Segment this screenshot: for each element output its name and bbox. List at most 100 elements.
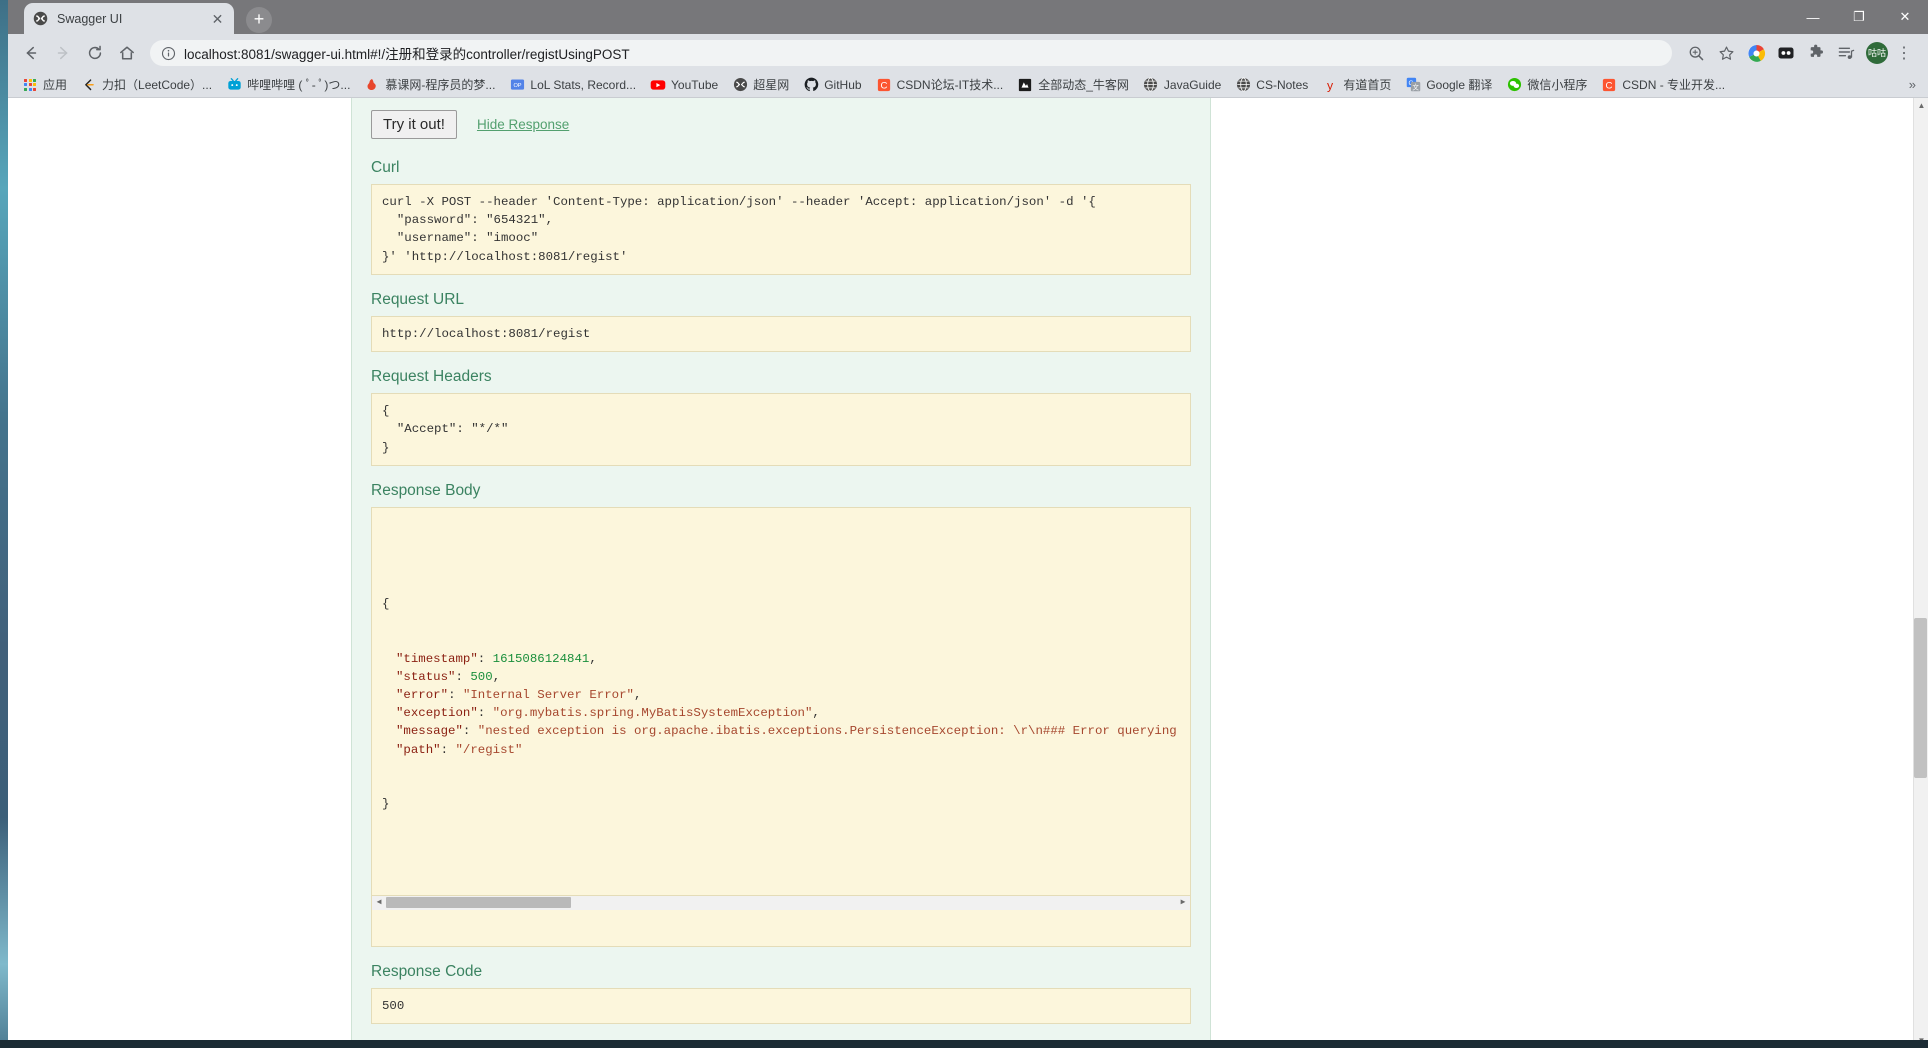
scroll-right-arrow-icon[interactable]: ▶ [1176,895,1190,910]
bookmark-wechat-miniprogram[interactable]: 微信小程序 [1506,76,1587,93]
maximize-button[interactable]: ❐ [1836,0,1882,34]
scroll-up-arrow-icon[interactable]: ▲ [1914,98,1928,113]
json-value: "org.mybatis.spring.MyBatisSystemExcepti… [492,706,813,721]
json-separator: : [462,724,478,739]
bookmark-nowcoder[interactable]: 全部动态_牛客网 [1017,76,1129,93]
action-row: Try it out! Hide Response [362,98,1200,143]
opgg-icon: OP [509,77,525,93]
try-it-out-button[interactable]: Try it out! [371,110,457,139]
google-translate-icon: G文 [1405,77,1421,93]
page-scrollbar-thumb[interactable] [1914,618,1927,778]
json-key: "path" [396,742,441,757]
bookmark-label: Google 翻译 [1426,78,1493,92]
bookmark-youdao[interactable]: y 有道首页 [1322,76,1391,93]
json-value: "Internal Server Error" [462,687,634,702]
media-list-icon[interactable] [1832,39,1860,67]
youtube-icon [650,77,666,93]
curl-line: "username": "imooc" [382,231,539,246]
bookmark-label: YouTube [671,77,719,92]
zoom-icon[interactable] [1682,39,1710,67]
bookmark-label: CSDN - 专业开发... [1622,78,1726,92]
browser-window: Swagger UI ✕ + — ❐ ✕ localhost:8081/swag… [8,0,1928,1048]
browser-menu-icon[interactable]: ⋮ [1890,39,1918,67]
bookmark-cs-notes[interactable]: CS-Notes [1235,77,1308,93]
extension-color-icon[interactable] [1742,39,1770,67]
request-url-section-title: Request URL [371,290,465,308]
extension-dark-icon[interactable] [1772,39,1800,67]
info-circle-icon[interactable] [160,45,176,61]
response-code-block: 500 [371,988,1191,1025]
json-key: "error" [396,687,449,702]
window-close-button[interactable]: ✕ [1882,0,1928,34]
request-url-block: http://localhost:8081/regist [371,315,1191,353]
bookmark-label: 全部动态_牛客网 [1038,78,1129,92]
tab-title: Swagger UI [57,11,123,26]
json-comma: , [492,669,501,684]
swagger-operation-panel: Try it out! Hide Response Curl curl -X P… [351,98,1211,1048]
json-value: "nested exception is org.apache.ibatis.e… [477,724,1177,739]
json-key: "status" [396,669,456,684]
bookmark-leetcode[interactable]: 力扣（LeetCode）... [81,76,212,93]
json-line: } [382,797,390,812]
json-key: "message" [396,724,463,739]
bookmarks-bar: 应用 力扣（LeetCode）... 哔哩哔哩 ( ﾟ- ﾟ)つ... 慕课网-… [8,72,1928,98]
json-value: 1615086124841 [492,651,590,666]
json-separator: : [455,669,471,684]
bookmark-label: 有道首页 [1343,78,1392,92]
back-button[interactable] [16,38,46,68]
request-headers-block: { "Accept": "*/*" } [371,393,1191,466]
bookmark-label: 超星网 [753,78,790,92]
browser-tab-swagger-ui[interactable]: Swagger UI ✕ [24,3,234,34]
bookmark-youtube[interactable]: YouTube [650,77,718,93]
extensions-puzzle-icon[interactable] [1802,39,1830,67]
bookmark-chaoxing[interactable]: 超星网 [732,76,789,93]
bookmark-label: 力扣（LeetCode）... [102,78,213,92]
svg-text:y: y [1327,78,1334,92]
bookmark-imooc[interactable]: 慕课网-程序员的梦... [364,76,495,93]
bookmark-csdn-forum[interactable]: C CSDN论坛-IT技术... [876,76,1004,93]
request-header-line: { [382,404,390,419]
forward-button[interactable] [48,38,78,68]
response-code-value: 500 [382,999,405,1014]
scrollbar-track[interactable] [386,895,1176,910]
page-scrollbar[interactable]: ▲ ▼ [1913,98,1928,1048]
bookmarks-overflow-button[interactable]: » [1903,77,1922,92]
profile-avatar[interactable]: 咕咕 [1866,42,1888,64]
scroll-left-arrow-icon[interactable]: ◀ [372,895,386,910]
bookmark-google-translate[interactable]: G文 Google 翻译 [1405,76,1492,93]
curl-line: }' 'http://localhost:8081/regist' [382,249,628,264]
minimize-button[interactable]: — [1790,0,1836,34]
json-line: "timestamp": 1615086124841, [382,650,1180,668]
youdao-icon: y [1322,77,1338,93]
scrollbar-thumb[interactable] [386,897,571,909]
address-bar[interactable]: localhost:8081/swagger-ui.html#!/注册和登录的c… [150,40,1672,66]
bookmark-bilibili[interactable]: 哔哩哔哩 ( ﾟ- ﾟ)つ... [226,76,350,93]
swagger-icon [32,11,48,27]
home-button[interactable] [112,38,142,68]
reload-button[interactable] [80,38,110,68]
bookmark-label: LoL Stats, Record... [530,77,637,92]
github-icon [803,77,819,93]
json-comma: , [633,687,642,702]
bookmark-label: 哔哩哔哩 ( ﾟ- ﾟ)つ... [247,78,351,92]
request-header-line: "Accept": "*/*" [382,422,509,437]
json-line: { [382,596,390,611]
new-tab-button[interactable]: + [246,7,272,33]
bookmark-apps[interactable]: 应用 [22,76,67,93]
nowcoder-icon [1017,77,1033,93]
response-body-horizontal-scrollbar[interactable]: ◀ ▶ [372,894,1190,910]
bookmark-csdn-pro[interactable]: C CSDN - 专业开发... [1601,76,1725,93]
response-body-json: { "timestamp": 1615086124841, "status": 5… [382,558,1180,850]
bookmark-javaguide[interactable]: JavaGuide [1143,77,1221,93]
bookmark-star-icon[interactable] [1712,39,1740,67]
bookmark-github[interactable]: GitHub [803,77,862,93]
globe-icon [1143,77,1159,93]
bookmark-label: CSDN论坛-IT技术... [896,78,1004,92]
json-value: 500 [470,669,493,684]
json-separator: : [448,687,463,702]
response-body-block: { "timestamp": 1615086124841, "status": 5… [371,506,1191,948]
close-icon[interactable]: ✕ [209,10,226,27]
hide-response-link[interactable]: Hide Response [477,117,569,132]
taskbar [0,1040,1928,1048]
bookmark-opgg[interactable]: OP LoL Stats, Record... [509,77,636,93]
